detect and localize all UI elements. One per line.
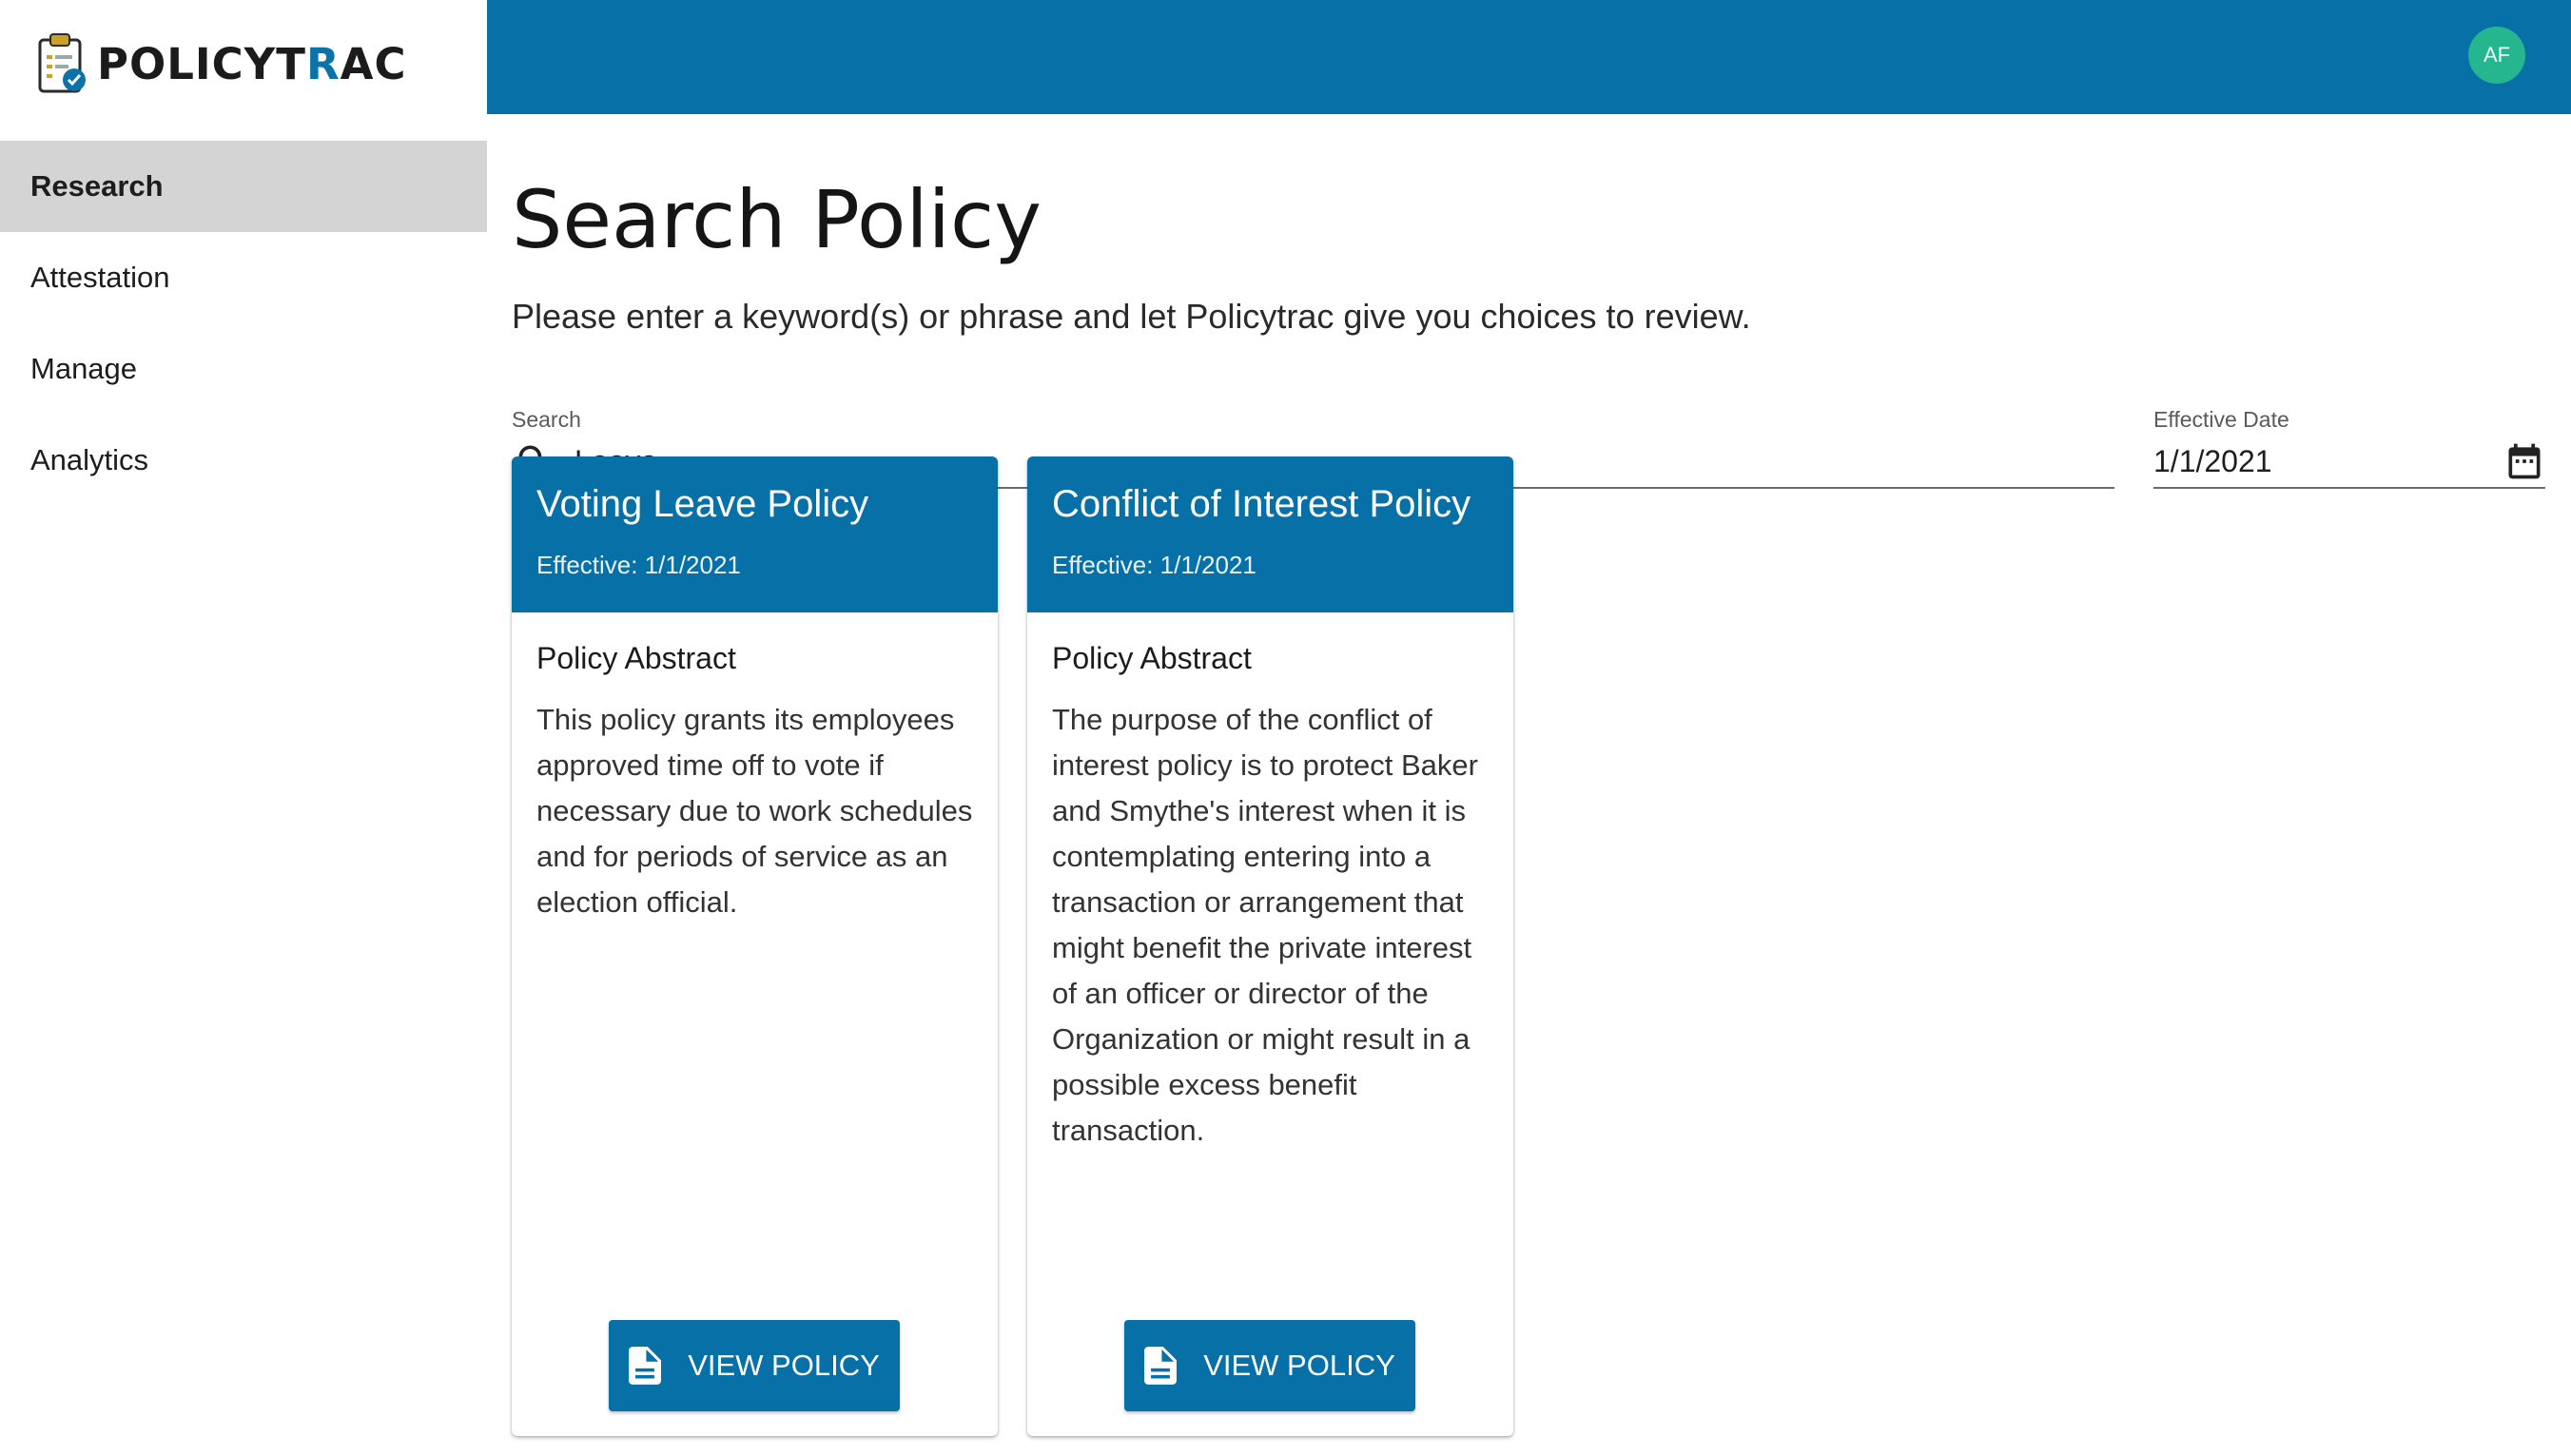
view-policy-label: VIEW POLICY [1203, 1349, 1395, 1382]
effective-date-value: 1/1/2021 [2153, 443, 2272, 478]
card-header: Conflict of Interest Policy Effective: 1… [1027, 456, 1513, 612]
sidebar: POLICYTRAC Research Attestation Manage A… [0, 0, 487, 1456]
sidebar-item-attestation[interactable]: Attestation [0, 232, 487, 323]
page-title: Search Policy [512, 173, 1042, 266]
view-policy-button[interactable]: VIEW POLICY [1124, 1320, 1415, 1411]
app-logo[interactable]: POLICYTRAC [36, 32, 406, 95]
sidebar-item-research[interactable]: Research [0, 141, 487, 232]
abstract-label: Policy Abstract [1052, 641, 1252, 675]
document-icon [629, 1347, 662, 1385]
sidebar-item-label: Analytics [30, 443, 149, 476]
sidebar-item-analytics[interactable]: Analytics [0, 415, 487, 506]
document-icon [1144, 1347, 1178, 1385]
logo-text-end: AC [340, 38, 407, 89]
top-app-bar: AF [487, 0, 2571, 114]
search-label: Search [512, 407, 581, 432]
policy-card: Voting Leave Policy Effective: 1/1/2021 … [512, 456, 998, 1436]
card-title[interactable]: Conflict of Interest Policy [1052, 483, 1489, 526]
clipboard-check-icon [38, 33, 86, 93]
sidebar-item-label: Manage [30, 352, 138, 385]
logo-text-accent: R [305, 38, 341, 89]
effective-date-field[interactable]: 1/1/2021 [2153, 436, 2545, 489]
card-title[interactable]: Voting Leave Policy [536, 483, 973, 526]
sidebar-item-label: Attestation [30, 261, 170, 294]
abstract-text: The purpose of the conflict of interest … [1052, 703, 1478, 1147]
view-policy-button[interactable]: VIEW POLICY [609, 1320, 900, 1411]
card-body: Policy Abstract This policy grants its e… [512, 612, 998, 954]
card-effective-date: Effective: 1/1/2021 [1052, 551, 1256, 579]
effective-date-label: Effective Date [2153, 407, 2289, 432]
card-effective-date: Effective: 1/1/2021 [536, 551, 741, 579]
page-subtitle: Please enter a keyword(s) or phrase and … [512, 297, 1751, 336]
calendar-icon[interactable] [2503, 440, 2545, 482]
card-header: Voting Leave Policy Effective: 1/1/2021 [512, 456, 998, 612]
abstract-label: Policy Abstract [536, 641, 736, 675]
card-body: Policy Abstract The purpose of the confl… [1027, 612, 1513, 1182]
view-policy-label: VIEW POLICY [688, 1349, 880, 1382]
sidebar-item-manage[interactable]: Manage [0, 323, 487, 415]
sidebar-item-label: Research [30, 169, 164, 203]
policy-card: Conflict of Interest Policy Effective: 1… [1027, 456, 1513, 1436]
user-avatar[interactable]: AF [2468, 27, 2525, 84]
app-logo-text: POLICYTRAC [97, 39, 406, 89]
abstract-text: This policy grants its employees approve… [536, 703, 973, 919]
logo-text-main: POLICYT [97, 38, 306, 89]
sidebar-nav: Research Attestation Manage Analytics [0, 141, 487, 506]
